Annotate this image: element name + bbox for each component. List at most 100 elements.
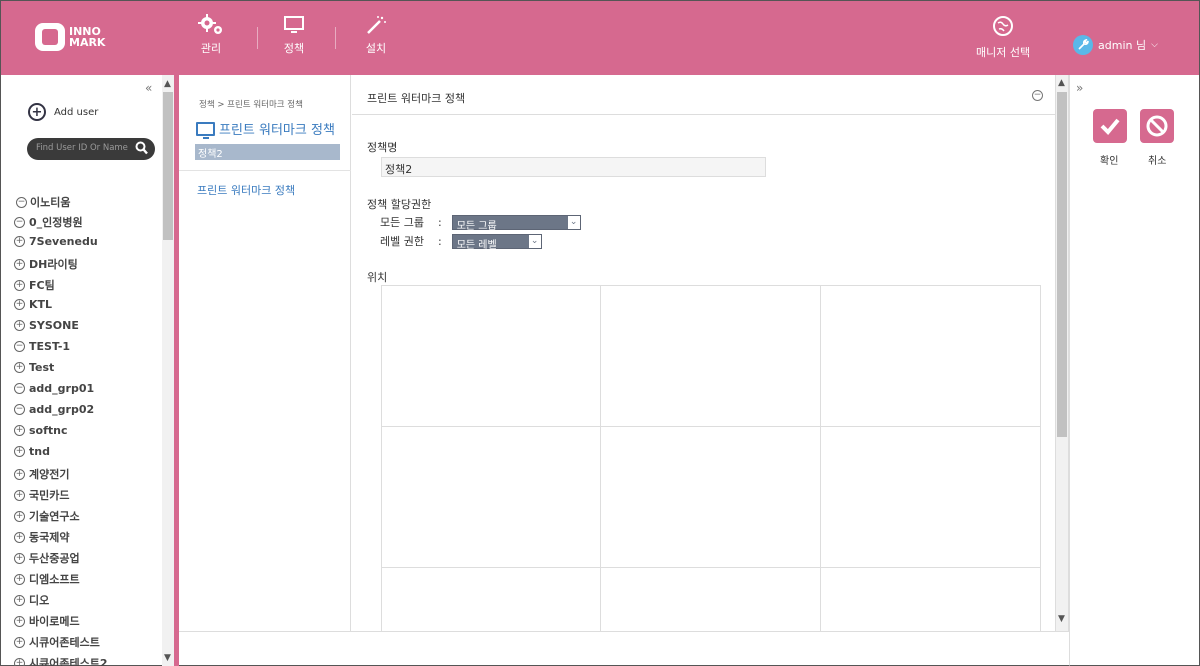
- group-select-value: 모든 그룹: [456, 220, 497, 232]
- expand-node-icon[interactable]: +: [14, 531, 25, 543]
- tree-item-label: add_grp01: [29, 382, 95, 395]
- tree-root[interactable]: − 이노티움: [16, 195, 70, 209]
- tree-item[interactable]: + 시큐어존테스트: [14, 634, 100, 650]
- cancel-button[interactable]: [1140, 109, 1174, 143]
- group-select[interactable]: 모든 그룹 ⌄: [451, 214, 581, 232]
- expand-node-icon[interactable]: +: [14, 258, 25, 270]
- sidebar-scroll-thumb[interactable]: [163, 92, 173, 240]
- expand-node-icon[interactable]: +: [14, 320, 25, 331]
- tree-item[interactable]: + 계양전기: [14, 466, 69, 482]
- tree-item[interactable]: + KTL: [14, 298, 52, 311]
- chevron-down-icon: ⌄: [528, 234, 541, 248]
- collapse-node-icon[interactable]: −: [14, 341, 25, 352]
- tree-item[interactable]: + 디오: [14, 592, 49, 608]
- confirm-button[interactable]: [1093, 109, 1127, 143]
- bottom-bar: [179, 631, 1069, 666]
- tree-item[interactable]: + 바이로메드: [14, 613, 80, 629]
- tree-item-label: 0_인정병원: [29, 216, 83, 229]
- wand-icon: [365, 13, 387, 37]
- grid-line: [381, 567, 1041, 568]
- tree-item-label: SYSONE: [29, 319, 79, 332]
- tree-item-label: add_grp02: [29, 403, 95, 416]
- policy-name-field[interactable]: 정책2: [381, 157, 766, 177]
- expand-node-icon[interactable]: +: [14, 594, 25, 606]
- tree-item[interactable]: − add_grp01: [14, 382, 94, 395]
- confirm-label: 확인: [1100, 156, 1119, 167]
- main-scroll-thumb[interactable]: [1057, 92, 1067, 437]
- expand-node-icon[interactable]: +: [14, 299, 25, 310]
- expand-node-icon[interactable]: +: [14, 446, 25, 457]
- nav-manage[interactable]: 관리: [197, 13, 225, 56]
- tree-item[interactable]: + 시큐어존테스트2: [14, 655, 108, 666]
- level-permission-label: 레벨 권한: [380, 235, 424, 248]
- expand-node-icon[interactable]: +: [14, 425, 25, 436]
- tree-item[interactable]: +7Sevenedu: [14, 235, 98, 248]
- user-name: admin 님: [1098, 39, 1147, 52]
- add-user-button[interactable]: + Add user: [28, 103, 98, 121]
- tree-item[interactable]: + DH라이팅: [14, 256, 78, 272]
- search-placeholder: Find User ID Or Name: [36, 143, 128, 153]
- grid-line: [381, 426, 1041, 427]
- tree-item[interactable]: + softnc: [14, 424, 68, 437]
- tree-item[interactable]: + SYSONE: [14, 319, 79, 332]
- tree-item-label: 동국제약: [29, 531, 70, 544]
- nav-install[interactable]: 설치: [365, 13, 387, 56]
- expand-node-icon[interactable]: +: [14, 489, 25, 501]
- top-header: INNO MARK 관리 정책 설치 매니저 선택 admin 님 ⌵: [0, 0, 1200, 75]
- level-select[interactable]: 모든 레벨 ⌄: [451, 233, 542, 251]
- tree-item[interactable]: −0_인정병원: [14, 214, 83, 230]
- tree-item[interactable]: + 두산중공업: [14, 550, 80, 566]
- tree-item[interactable]: − add_grp02: [14, 403, 94, 416]
- tree-item-label: 국민카드: [29, 489, 70, 502]
- collapse-left-icon[interactable]: «: [145, 81, 152, 95]
- user-search-input[interactable]: Find User ID Or Name: [27, 138, 155, 160]
- collapse-node-icon[interactable]: −: [14, 216, 25, 228]
- collapse-node-icon[interactable]: −: [14, 383, 25, 394]
- tree-item[interactable]: + 기술연구소: [14, 508, 80, 524]
- tree-item-label: 기술연구소: [29, 510, 80, 523]
- collapse-node-icon[interactable]: −: [16, 196, 27, 208]
- nav-policy[interactable]: 정책: [283, 13, 305, 56]
- expand-right-icon[interactable]: »: [1076, 81, 1083, 95]
- tree-item[interactable]: + 동국제약: [14, 529, 69, 545]
- search-icon[interactable]: [135, 141, 148, 158]
- colon: :: [437, 215, 442, 229]
- tree-item-label: Test: [29, 361, 55, 374]
- expand-node-icon[interactable]: +: [14, 615, 25, 627]
- expand-node-icon[interactable]: +: [14, 636, 25, 648]
- colon: :: [437, 234, 442, 248]
- grid-line: [820, 285, 821, 631]
- tree-item-label: KTL: [29, 298, 53, 311]
- expand-node-icon[interactable]: +: [14, 573, 25, 585]
- expand-node-icon[interactable]: +: [14, 657, 25, 666]
- divider: [179, 170, 351, 171]
- expand-node-icon[interactable]: +: [14, 362, 25, 373]
- expand-node-icon[interactable]: +: [14, 279, 25, 291]
- tree-item-label: 계양전기: [29, 468, 70, 481]
- user-menu[interactable]: admin 님 ⌵: [1073, 35, 1158, 55]
- expand-node-icon[interactable]: +: [14, 236, 25, 247]
- tree-item[interactable]: + 국민카드: [14, 487, 69, 503]
- innomark-logo[interactable]: INNO MARK: [35, 23, 105, 51]
- tree-item[interactable]: + 디엠소프트: [14, 571, 80, 587]
- expand-node-icon[interactable]: +: [14, 468, 25, 480]
- tree-item[interactable]: + Test: [14, 361, 54, 374]
- manager-select[interactable]: 매니저 선택: [976, 15, 1030, 60]
- scroll-up-icon[interactable]: ▲: [1058, 78, 1065, 88]
- scroll-down-icon[interactable]: ▼: [1058, 614, 1065, 624]
- collapse-node-icon[interactable]: −: [14, 404, 25, 415]
- chevron-down-icon: ⌵: [1151, 40, 1158, 50]
- selected-policy-item[interactable]: 정책2: [195, 144, 340, 160]
- expand-node-icon[interactable]: +: [14, 510, 25, 522]
- scroll-down-icon[interactable]: ▼: [164, 653, 171, 663]
- tree-item[interactable]: + FC팀: [14, 277, 55, 293]
- tree-item[interactable]: + tnd: [14, 445, 50, 458]
- tree-item[interactable]: − TEST-1: [14, 340, 70, 353]
- breadcrumb: 정책 > 프린트 워터마크 정책: [199, 100, 303, 110]
- add-user-label: Add user: [54, 106, 99, 118]
- position-grid: [381, 285, 1041, 631]
- collapse-section-icon[interactable]: −: [1032, 90, 1043, 101]
- scroll-up-icon[interactable]: ▲: [164, 79, 171, 89]
- expand-node-icon[interactable]: +: [14, 552, 25, 564]
- policy-nav-link[interactable]: 프린트 워터마크 정책: [197, 182, 295, 198]
